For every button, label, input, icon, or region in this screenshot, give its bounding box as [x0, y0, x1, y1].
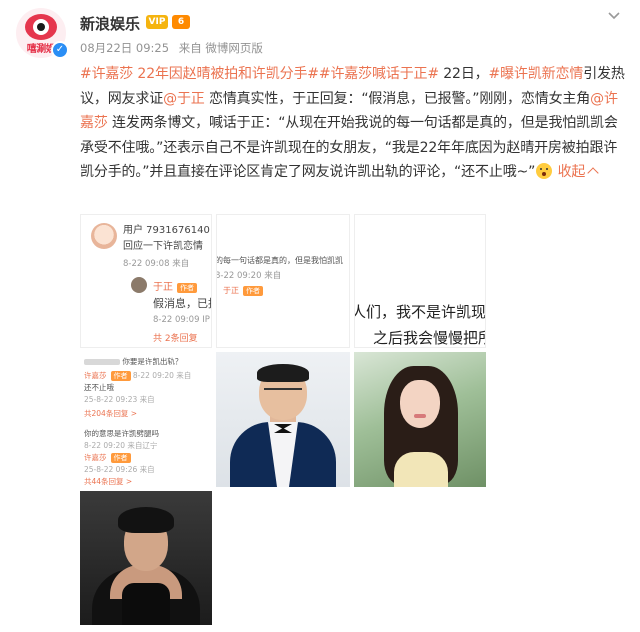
post-text: #许嘉莎 22年因赵晴被拍和许凯分手##许嘉莎喊话于正# 22日，#曝许凯新恋情… — [80, 62, 630, 185]
collapse-link[interactable]: 收起 — [557, 164, 599, 181]
screenshot-text: 的每一句话都是真的，但是我怕凯凯 — [216, 256, 343, 265]
comment-text: 回应一下许凯恋情 — [123, 241, 203, 252]
vip-badge: VIP — [146, 15, 168, 29]
top — [394, 452, 448, 487]
lips — [414, 414, 426, 418]
comment-text: 你的意思是许凯劈腿吗 — [84, 429, 159, 438]
author-tag: 作者 — [110, 371, 131, 381]
comment-user: 许嘉莎 — [84, 371, 107, 380]
mention-link[interactable]: @于正 — [163, 91, 205, 107]
screenshot-user-name: 于正 — [223, 286, 239, 295]
post-image-4[interactable]: 你要是许凯出轨？ 许嘉莎 作者 8-22 09:20 来自 还不止哦 25-8-2… — [80, 352, 212, 487]
text-segment: 22日， — [439, 66, 489, 82]
post-image-6[interactable] — [354, 352, 486, 487]
comment-user: 许嘉莎 — [84, 453, 107, 462]
post-image-1[interactable]: 用户 7931676140 回应一下许凯恋情 8-22 09:08 来自 于正作… — [80, 214, 212, 348]
comment-time: 25-8-22 09:23 来自 — [84, 395, 155, 404]
post-image-7[interactable] — [80, 491, 212, 625]
face — [400, 380, 440, 428]
author-tag: 作者 — [243, 286, 263, 296]
comment-time: 8-22 09:20 来自辽宁 — [84, 441, 158, 450]
reply-text: 假消息，已报 — [153, 297, 211, 310]
author-name[interactable]: 新浪娱乐 — [80, 13, 140, 34]
hashtag-link[interactable]: #曝许凯新恋情 — [489, 66, 584, 82]
collapse-label: 收起 — [557, 164, 586, 181]
tank-top — [122, 583, 170, 625]
reply-user-name: 于正 — [153, 282, 173, 293]
level-badge: 6 — [172, 15, 190, 29]
more-replies: 共204条回复 > — [84, 409, 137, 418]
commenter-avatar — [91, 223, 117, 249]
reply-user: 于正 作者 — [153, 278, 197, 293]
weibo-post: 嘻涮娱 ✓ 新浪娱乐 VIP 6 08月22日 09:25 来自 微博网页版 #… — [0, 0, 640, 632]
hashtag-link[interactable]: #许嘉莎 22年因赵晴被拍和许凯分手# — [80, 66, 319, 82]
post-source: 来自 微博网页版 — [178, 41, 263, 55]
more-replies: 共 2条回复 — [153, 334, 198, 344]
comment-line: 许嘉莎 作者 8-22 09:20 来自 — [84, 370, 191, 381]
screenshot-user: 于正 作者 — [223, 285, 263, 296]
surprised-emoji-icon — [536, 163, 553, 180]
hair — [257, 364, 309, 382]
verified-badge-icon: ✓ — [51, 41, 69, 59]
author-tag: 作者 — [177, 283, 197, 293]
hair — [118, 507, 174, 533]
comment-line: 你要是许凯出轨？ — [84, 356, 182, 367]
post-image-5[interactable] — [216, 352, 350, 487]
more-replies: 共44条回复 > — [84, 477, 133, 486]
reply-time: 8-22 09:09 IP — [153, 315, 210, 325]
comment-time: 8-22 09:20 来自 — [132, 371, 192, 380]
chevron-down-icon[interactable] — [604, 6, 624, 26]
post-image-3[interactable]: 人们，我不是许凯现 之后我会慢慢把所 — [354, 214, 486, 348]
screenshot-line-2: 之后我会慢慢把所 — [373, 329, 486, 347]
comment-text: 还不止哦 — [84, 383, 114, 392]
text-segment: 恋情真实性，于正回复：“假消息，已报警。”刚刚，恋情女主角 — [204, 90, 591, 107]
reply-avatar — [131, 277, 147, 293]
comment-line: 许嘉莎 作者 — [84, 452, 131, 463]
chevron-up-icon — [587, 167, 599, 180]
comment-time: 8-22 09:08 来自 — [123, 259, 190, 269]
post-meta: 08月22日 09:25 来自 微博网页版 — [80, 40, 269, 56]
screenshot-line-1: 人们，我不是许凯现 — [354, 303, 486, 321]
hashtag-link[interactable]: #许嘉莎喊话于正# — [319, 66, 439, 82]
comment-text: 你要是许凯出轨？ — [122, 357, 183, 366]
post-image-2[interactable]: 的每一句话都是真的，但是我怕凯凯 8-22 09:20 来自 于正 作者 — [216, 214, 350, 348]
blurred-name — [84, 359, 120, 365]
post-date[interactable]: 08月22日 09:25 — [80, 41, 169, 55]
commenter-name: 用户 7931676140 — [123, 225, 210, 236]
screenshot-time: 8-22 09:20 来自 — [216, 271, 282, 281]
glasses — [264, 388, 302, 398]
comment-time: 25-8-22 09:26 来自 — [84, 465, 155, 474]
logo-eye-pupil — [37, 23, 45, 31]
author-tag: 作者 — [110, 453, 131, 463]
